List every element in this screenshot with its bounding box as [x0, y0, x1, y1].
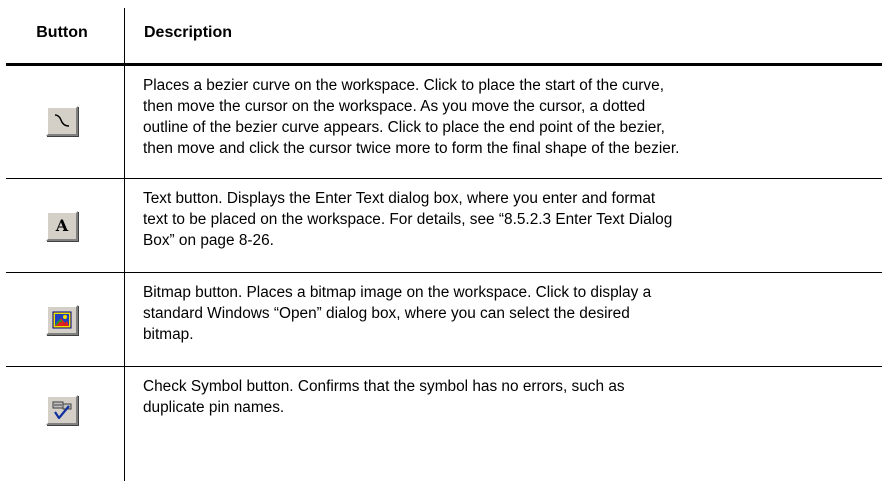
row-description: Bitmap button. Places a bitmap image on … [143, 284, 652, 343]
button-description-table: Button Description Places a bezier curve… [0, 0, 882, 481]
header-description: Description [144, 24, 233, 41]
row-description: Check Symbol button. Confirms that the s… [143, 378, 625, 416]
table-row: Places a bezier curve on the workspace. … [0, 66, 882, 179]
table-row: A Text button. Displays the Enter Text d… [0, 179, 882, 273]
check-symbol-button[interactable] [46, 395, 78, 425]
text-button[interactable]: A [46, 211, 78, 241]
text-icon: A [55, 216, 69, 235]
table-header: Button Description [0, 0, 882, 66]
bitmap-button[interactable] [46, 305, 78, 335]
row-description: Places a bezier curve on the workspace. … [143, 77, 680, 157]
check-symbol-icon [52, 401, 72, 420]
row-description: Text button. Displays the Enter Text dia… [143, 190, 673, 249]
bezier-curve-button[interactable] [46, 106, 78, 136]
table-row: Check Symbol button. Confirms that the s… [0, 367, 882, 447]
header-button: Button [36, 24, 88, 41]
bitmap-icon [52, 311, 72, 329]
table-row: Bitmap button. Places a bitmap image on … [0, 273, 882, 367]
bezier-curve-icon [54, 114, 70, 127]
